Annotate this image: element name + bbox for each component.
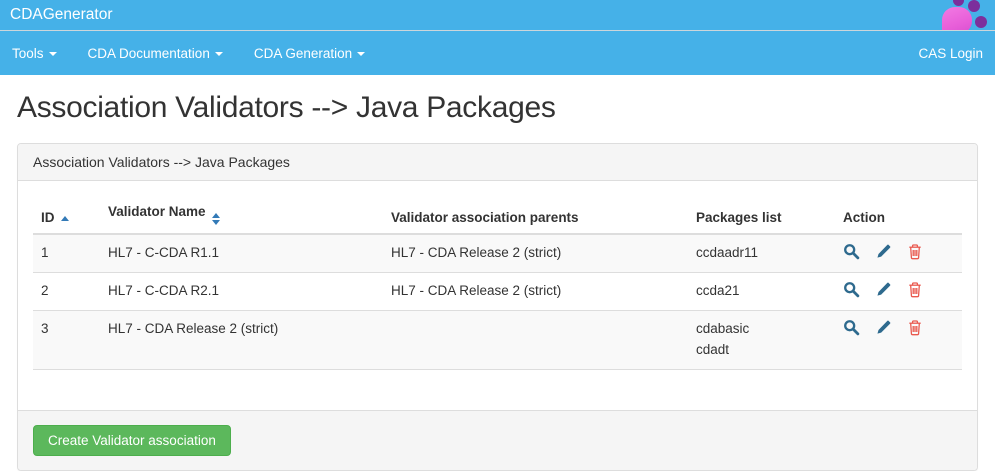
nav-tools-label: Tools [12,46,44,61]
panel-footer: Create Validator association [18,410,977,470]
column-header-packages: Packages list [688,196,835,234]
logo-blob-icon [942,7,972,30]
validator-name-cell: HL7 - C-CDA R1.1 [100,234,383,272]
row-actions [843,243,954,260]
chevron-down-icon [357,52,365,56]
sort-both-icon [212,213,220,225]
sort-ascending-icon [61,216,69,221]
logo-dot-icon [968,0,980,12]
edit-icon[interactable] [875,243,892,260]
nav-cda-generation-label: CDA Generation [254,46,352,61]
parents-cell: HL7 - CDA Release 2 (strict) [383,234,688,272]
id-cell: 3 [33,310,100,369]
nav-tools-dropdown[interactable]: Tools [12,46,57,61]
view-icon[interactable] [843,281,860,298]
navbar: Tools CDA Documentation CDA Generation C… [0,31,995,75]
table-body: 1HL7 - C-CDA R1.1HL7 - CDA Release 2 (st… [33,234,962,369]
package-name: ccdaadr11 [696,243,827,264]
edit-icon[interactable] [875,319,892,336]
view-icon[interactable] [843,319,860,336]
package-name: cdabasic [696,319,827,340]
packages-cell: ccda21 [688,272,835,310]
packages-cell: cdabasiccdadt [688,310,835,369]
brand-link[interactable]: CDAGenerator [10,6,113,24]
package-name: cdadt [696,340,827,361]
edit-icon[interactable] [875,281,892,298]
nav-cda-documentation-dropdown[interactable]: CDA Documentation [88,46,223,61]
view-icon[interactable] [843,243,860,260]
row-actions [843,281,954,298]
logo-dot-icon [975,16,987,28]
column-header-parents: Validator association parents [383,196,688,234]
create-validator-association-button[interactable]: Create Validator association [33,425,231,456]
panel-heading: Association Validators --> Java Packages [18,144,977,181]
delete-icon[interactable] [907,281,923,298]
nav-cda-generation-dropdown[interactable]: CDA Generation [254,46,365,61]
validators-panel: Association Validators --> Java Packages… [17,143,978,471]
table-row: 1HL7 - C-CDA R1.1HL7 - CDA Release 2 (st… [33,234,962,272]
chevron-down-icon [215,52,223,56]
page-title: Association Validators --> Java Packages [0,91,995,125]
logo-dot-icon [953,0,964,6]
table-row: 2HL7 - C-CDA R2.1HL7 - CDA Release 2 (st… [33,272,962,310]
action-cell [835,310,962,369]
panel-body: ID Validator Name Validator association … [18,181,977,410]
column-header-validator-name-label: Validator Name [108,204,206,219]
delete-icon[interactable] [907,319,923,336]
titlebar: CDAGenerator [0,0,995,31]
row-actions [843,319,954,336]
action-cell [835,234,962,272]
nav-cda-documentation-label: CDA Documentation [88,46,210,61]
main-container: Association Validators --> Java Packages… [0,143,995,471]
packages-cell: ccdaadr11 [688,234,835,272]
validator-name-cell: HL7 - C-CDA R2.1 [100,272,383,310]
cas-login-link[interactable]: CAS Login [918,46,983,61]
column-header-action: Action [835,196,962,234]
column-header-validator-name[interactable]: Validator Name [100,196,383,234]
validator-name-cell: HL7 - CDA Release 2 (strict) [100,310,383,369]
table-row: 3HL7 - CDA Release 2 (strict) cdabasiccda… [33,310,962,369]
column-header-id[interactable]: ID [33,196,100,234]
table-header-row: ID Validator Name Validator association … [33,196,962,234]
app-logo [937,0,995,30]
id-cell: 1 [33,234,100,272]
package-name: ccda21 [696,281,827,302]
parents-cell [383,310,688,369]
action-cell [835,272,962,310]
delete-icon[interactable] [907,243,923,260]
parents-cell: HL7 - CDA Release 2 (strict) [383,272,688,310]
validators-table: ID Validator Name Validator association … [33,196,962,370]
chevron-down-icon [49,52,57,56]
column-header-id-label: ID [41,210,55,225]
id-cell: 2 [33,272,100,310]
